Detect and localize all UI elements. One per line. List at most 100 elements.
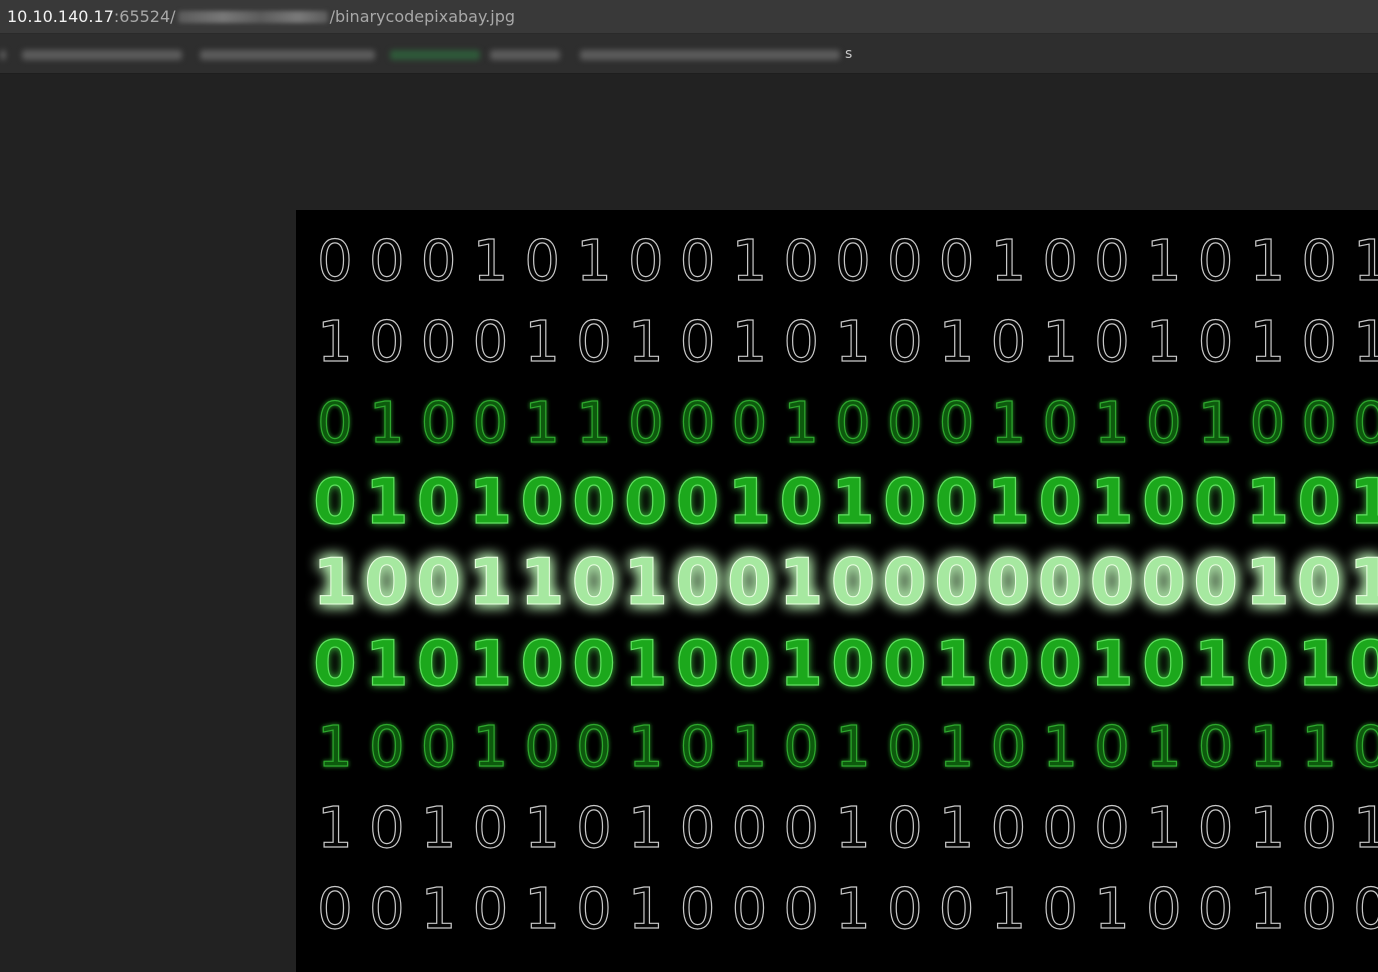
binary-digit: 1 [831, 465, 874, 538]
binary-digit: 0 [887, 229, 923, 294]
binary-digit: 0 [1042, 391, 1078, 456]
bookmark-item-redacted[interactable] [490, 50, 560, 60]
binary-digit: 0 [1353, 715, 1378, 780]
binary-digit: 0 [1146, 391, 1182, 456]
binary-digit: 0 [576, 877, 612, 942]
binary-digit: 0 [473, 310, 509, 375]
binary-digit: 0 [887, 877, 923, 942]
bookmark-item-redacted[interactable] [390, 50, 480, 60]
binary-digit: 1 [624, 627, 667, 700]
binary-digit: 0 [628, 391, 664, 456]
binary-digit: 1 [1146, 796, 1182, 861]
binary-digit: 1 [369, 391, 405, 456]
binary-digit: 0 [1038, 546, 1083, 620]
binary-digit: 1 [1194, 627, 1237, 700]
bookmark-trailing-text: s [845, 46, 853, 62]
binary-digit: 1 [473, 715, 509, 780]
binary-digit: 0 [1094, 310, 1130, 375]
binary-digit: 1 [1301, 715, 1337, 780]
url-host: 10.10.140.17 [7, 7, 114, 26]
binary-digit: 0 [473, 877, 509, 942]
binary-digit: 0 [1039, 465, 1082, 538]
binary-digit: 1 [1245, 546, 1290, 620]
bookmark-item-redacted[interactable] [0, 50, 6, 60]
binary-digit: 1 [576, 229, 612, 294]
binary-digit: 0 [676, 465, 719, 538]
binary-digit: 0 [1090, 546, 1135, 620]
binary-digit: 0 [369, 877, 405, 942]
binary-digit: 0 [313, 465, 356, 538]
binary-digit: 0 [883, 465, 926, 538]
binary-digit: 1 [1146, 310, 1182, 375]
binary-digit: 1 [728, 465, 771, 538]
binary-digit: 0 [1301, 310, 1337, 375]
binary-digit: 0 [1349, 627, 1378, 700]
binary-digit: 1 [624, 546, 669, 620]
bookmark-item-redacted[interactable] [580, 50, 840, 60]
binary-digit: 0 [1142, 627, 1185, 700]
binary-digit: 0 [369, 229, 405, 294]
binary-digit: 0 [887, 391, 923, 456]
binary-digit: 1 [1146, 229, 1182, 294]
binary-digit: 1 [1349, 546, 1378, 620]
binary-digit: 1 [991, 229, 1027, 294]
binary-digit: 0 [987, 627, 1030, 700]
binary-digit: 1 [469, 627, 512, 700]
url-file: /binarycodepixabay.jpg [329, 7, 515, 26]
binary-digit: 0 [783, 229, 819, 294]
binary-code-image: 0001010010000100101010100010101010101010… [296, 210, 1378, 972]
binary-digit: 0 [313, 627, 356, 700]
binary-digit: 0 [1250, 391, 1286, 456]
binary-digit: 1 [939, 310, 975, 375]
binary-digit: 0 [883, 627, 926, 700]
binary-digit: 0 [369, 310, 405, 375]
binary-digit: 0 [934, 546, 979, 620]
binary-digit: 1 [939, 715, 975, 780]
binary-digit: 0 [421, 391, 457, 456]
binary-digit: 0 [1298, 465, 1341, 538]
binary-digit: 1 [1250, 715, 1286, 780]
bookmarks-bar: s [0, 34, 1378, 74]
address-bar[interactable]: 10.10.140.17 :65524/ /binarycodepixabay.… [0, 0, 1378, 34]
binary-digit: 0 [883, 546, 928, 620]
binary-digit: 0 [572, 465, 615, 538]
binary-digit: 0 [1198, 715, 1234, 780]
binary-digit: 0 [524, 229, 560, 294]
binary-digit: 0 [1198, 229, 1234, 294]
binary-digit: 0 [680, 391, 716, 456]
binary-digit: 0 [1193, 546, 1238, 620]
binary-digit: 0 [1198, 310, 1234, 375]
binary-digit: 1 [1094, 391, 1130, 456]
binary-digit: 1 [628, 796, 664, 861]
binary-digit: 0 [369, 715, 405, 780]
binary-digit: 0 [1198, 796, 1234, 861]
binary-digit: 0 [1146, 877, 1182, 942]
binary-digit: 0 [317, 391, 353, 456]
binary-digit: 1 [628, 310, 664, 375]
binary-digit: 0 [1301, 391, 1337, 456]
binary-digit: 1 [783, 391, 819, 456]
binary-digit: 1 [1042, 310, 1078, 375]
binary-digit: 1 [1198, 391, 1234, 456]
binary-digit: 0 [935, 465, 978, 538]
binary-digit: 0 [939, 391, 975, 456]
binary-digit: 0 [783, 715, 819, 780]
binary-digit: 1 [524, 877, 560, 942]
binary-digit: 0 [887, 796, 923, 861]
binary-digit: 0 [576, 310, 612, 375]
binary-digit: 0 [1301, 796, 1337, 861]
binary-digit: 1 [1250, 229, 1286, 294]
binary-digit: 0 [1353, 877, 1378, 942]
binary-digit: 0 [680, 310, 716, 375]
binary-digit: 1 [1090, 627, 1133, 700]
binary-digit: 0 [417, 465, 460, 538]
bookmark-item-redacted[interactable] [200, 50, 375, 60]
binary-digit: 0 [675, 546, 720, 620]
binary-digit: 1 [520, 546, 565, 620]
binary-digit: 0 [572, 627, 615, 700]
binary-digit: 1 [576, 391, 612, 456]
binary-digit: 0 [676, 627, 719, 700]
bookmark-item-redacted[interactable] [22, 50, 182, 60]
binary-digit: 0 [939, 877, 975, 942]
binary-digit: 0 [986, 546, 1031, 620]
